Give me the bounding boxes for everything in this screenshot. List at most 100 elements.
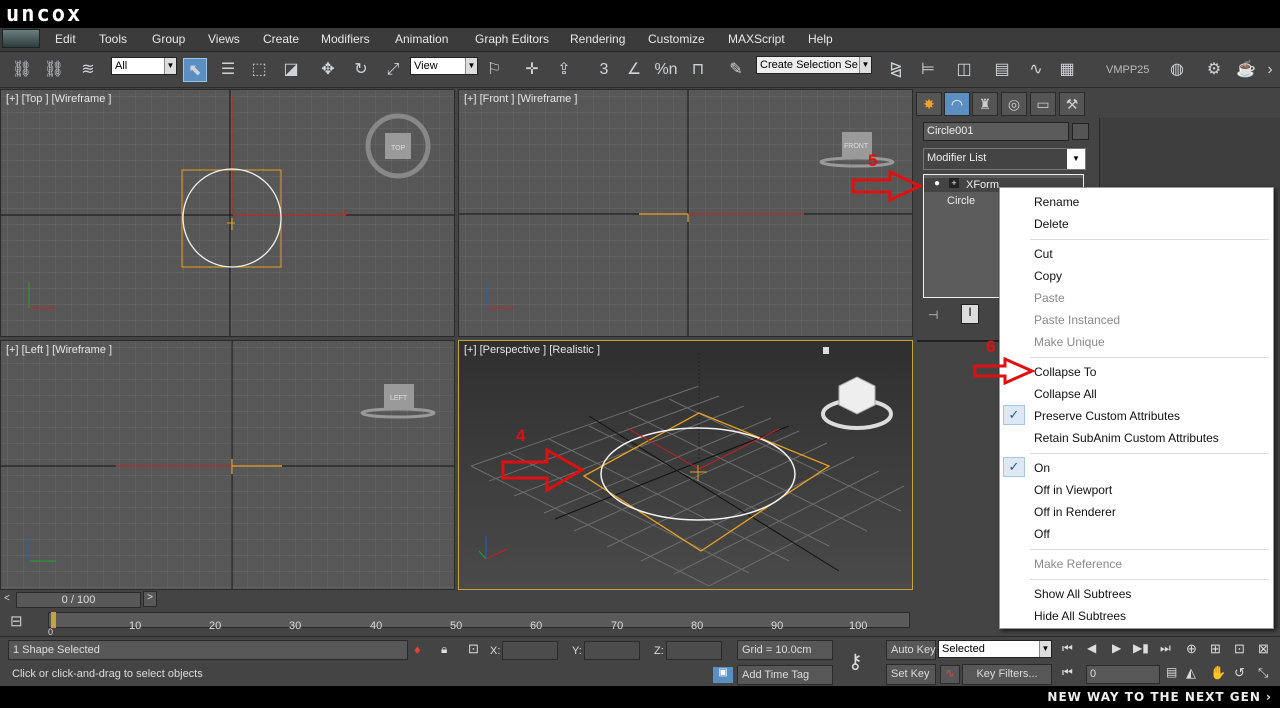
selection-lock-icon[interactable]: 🔒︎ (441, 642, 447, 657)
time-tag-icon[interactable]: ▣ (713, 667, 733, 683)
align-icon[interactable]: ⊨ (916, 58, 940, 82)
x-coordinate-field[interactable] (502, 641, 558, 660)
stack-item-xform[interactable]: XForm (944, 179, 999, 193)
utilities-tab-icon[interactable]: ⚒ (1059, 92, 1085, 116)
menu-off-in-renderer[interactable]: Off in Renderer (1034, 505, 1116, 519)
menu-cut[interactable]: Cut (1034, 247, 1053, 261)
bind-to-space-warp-icon[interactable]: ≋ (76, 58, 100, 82)
schematic-view-icon[interactable]: ▦ (1055, 58, 1079, 82)
key-filters-icon[interactable]: ∿ (940, 665, 960, 684)
absolute-mode-icon[interactable]: ⊡ (468, 641, 479, 657)
use-pivot-center-icon[interactable]: ⚐ (482, 58, 506, 82)
stack-item-circle[interactable]: Circle (925, 195, 975, 209)
hierarchy-tab-icon[interactable]: ♜ (972, 92, 998, 116)
unlink-icon[interactable]: ⛓ (42, 58, 66, 82)
time-configuration-icon[interactable]: ▤ (1166, 665, 1177, 679)
select-and-link-icon[interactable]: ⛓ (10, 58, 34, 82)
bulb-icon[interactable]: ● (934, 178, 940, 189)
time-slider[interactable]: 0 / 100 (16, 592, 141, 608)
application-button[interactable] (2, 29, 40, 48)
material-editor-icon[interactable]: ◍ (1165, 58, 1189, 82)
key-mode-toggle-icon[interactable]: ⏮ (1062, 665, 1073, 680)
select-and-scale-icon[interactable]: ⤢ (381, 58, 405, 82)
viewport-top[interactable]: [+] [Top ] [Wireframe ] x TOP (0, 89, 455, 337)
time-cursor[interactable] (51, 612, 56, 628)
go-to-end-icon[interactable]: ⏭ (1160, 641, 1171, 656)
menu-tools[interactable]: Tools (99, 32, 127, 46)
zoom-all-icon[interactable]: ⊞ (1210, 641, 1221, 657)
select-by-name-icon[interactable]: ☰ (216, 58, 240, 82)
menu-off[interactable]: Off (1034, 527, 1050, 541)
edit-named-selection-icon[interactable]: ✎ (724, 58, 748, 82)
menu-hide-all-subtrees[interactable]: Hide All Subtrees (1034, 609, 1126, 623)
menu-collapse-all[interactable]: Collapse All (1034, 387, 1097, 401)
zoom-icon[interactable]: ⊕ (1186, 641, 1197, 657)
toolbar-overflow-icon[interactable]: › (1262, 58, 1278, 82)
reference-coordinate-dropdown[interactable]: View ▼ (410, 57, 478, 75)
prev-frame-icon[interactable]: < (4, 593, 10, 604)
viewport-perspective-label[interactable]: [+] [Perspective ] [Realistic ] (464, 344, 600, 356)
play-icon[interactable]: ▶ (1112, 641, 1121, 655)
viewport-perspective[interactable]: [+] [Perspective ] [Realistic ] (458, 340, 913, 590)
menu-create[interactable]: Create (263, 32, 299, 46)
pan-view-icon[interactable]: ✋ (1210, 665, 1226, 681)
angle-snap-icon[interactable]: ∠ (622, 58, 646, 82)
menu-edit[interactable]: Edit (55, 32, 76, 46)
select-and-manipulate-icon[interactable]: ✛ (520, 58, 544, 82)
menu-show-all-subtrees[interactable]: Show All Subtrees (1034, 587, 1131, 601)
render-frame-icon[interactable]: ☕ (1234, 58, 1258, 82)
keyboard-shortcut-override-icon[interactable]: ⇪ (552, 58, 576, 82)
select-object-icon[interactable]: ⬉ (183, 58, 207, 82)
orbit-icon[interactable]: ↺ (1234, 665, 1245, 681)
zoom-extents-icon[interactable]: ⊡ (1234, 641, 1245, 657)
menu-animation[interactable]: Animation (395, 32, 448, 46)
menu-off-in-viewport[interactable]: Off in Viewport (1034, 483, 1112, 497)
menu-retain-subanim-custom-attributes[interactable]: Retain SubAnim Custom Attributes (1034, 431, 1219, 445)
menu-on[interactable]: On (1034, 461, 1050, 475)
viewport-front[interactable]: [+] [Front ] [Wireframe ] FRONT (458, 89, 913, 337)
set-key-button[interactable]: Set Key (886, 664, 936, 685)
current-frame-field[interactable]: 0 (1086, 665, 1160, 684)
viewport-left[interactable]: [+] [Left ] [Wireframe ] LEFT (0, 340, 455, 590)
add-time-tag[interactable]: Add Time Tag (737, 665, 833, 685)
maximize-viewport-icon[interactable]: ⤡ (1258, 665, 1268, 681)
menu-maxscript[interactable]: MAXScript (728, 32, 785, 46)
layer-manager-icon[interactable]: ◫ (952, 58, 976, 82)
isolate-selection-icon[interactable]: ♦ (414, 642, 421, 657)
select-and-move-icon[interactable]: ✥ (316, 58, 340, 82)
menu-preserve-custom-attributes[interactable]: Preserve Custom Attributes (1034, 409, 1180, 423)
mirror-icon[interactable]: ⧎ (884, 58, 908, 82)
next-frame-icon[interactable]: > (143, 591, 157, 607)
render-setup-icon[interactable]: ⚙ (1202, 58, 1226, 82)
named-selection-dropdown[interactable]: Create Selection Se ▼ (756, 56, 872, 74)
z-coordinate-field[interactable] (666, 641, 722, 660)
key-filters-button[interactable]: Key Filters... (962, 664, 1052, 685)
show-end-result-icon[interactable]: I (961, 304, 979, 324)
menu-group[interactable]: Group (152, 32, 185, 46)
spinner-snap-icon[interactable]: ⊓ (686, 58, 710, 82)
viewport-left-label[interactable]: [+] [Left ] [Wireframe ] (6, 344, 112, 356)
modify-tab-icon[interactable]: ◠ (944, 92, 970, 116)
viewcube-perspective[interactable] (838, 376, 876, 415)
menu-graph-editors[interactable]: Graph Editors (475, 32, 549, 46)
viewport-top-label[interactable]: [+] [Top ] [Wireframe ] (6, 93, 111, 105)
select-and-rotate-icon[interactable]: ↻ (349, 58, 373, 82)
field-of-view-icon[interactable]: ◭ (1186, 665, 1196, 681)
object-name-field[interactable]: Circle001 (923, 122, 1069, 141)
percent-snap-icon[interactable]: %n (654, 58, 678, 82)
menu-views[interactable]: Views (208, 32, 240, 46)
motion-tab-icon[interactable]: ◎ (1001, 92, 1027, 116)
menu-modifiers[interactable]: Modifiers (321, 32, 370, 46)
menu-help[interactable]: Help (808, 32, 833, 46)
mini-curve-editor-icon[interactable]: ⊟ (10, 612, 23, 630)
viewport-front-label[interactable]: [+] [Front ] [Wireframe ] (464, 93, 577, 105)
zoom-extents-all-icon[interactable]: ⊠ (1258, 641, 1269, 657)
selection-filter-dropdown[interactable]: All ▼ (111, 57, 177, 75)
graphite-ribbon-icon[interactable]: ▤ (990, 58, 1014, 82)
auto-key-button[interactable]: Auto Key (886, 640, 936, 660)
create-tab-icon[interactable]: ✸ (916, 92, 942, 116)
modifier-list-dropdown[interactable]: Modifier List ▼ (923, 148, 1086, 170)
y-coordinate-field[interactable] (584, 641, 640, 660)
pin-stack-icon[interactable]: ⊣ (928, 308, 938, 322)
menu-customize[interactable]: Customize (648, 32, 705, 46)
